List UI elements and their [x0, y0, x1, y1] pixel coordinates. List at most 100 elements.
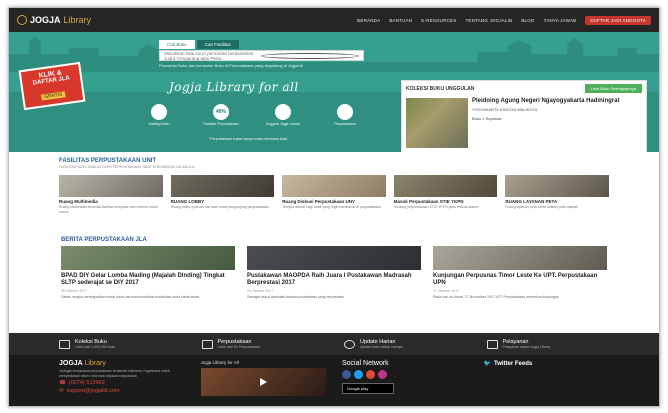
- stat-label: Katalog Buku: [148, 122, 170, 126]
- facility-name[interactable]: Ruang Diskusi Perpustakaan UNY: [282, 199, 386, 204]
- refresh-icon: [344, 339, 355, 349]
- footer-email[interactable]: ✉ support@jogjalib.com: [59, 388, 185, 394]
- see-all-books-button[interactable]: Lihat Buku Selengkapnya: [584, 84, 642, 93]
- facility-image[interactable]: [170, 175, 275, 197]
- search-hint: Pencarian Buku dari kumpulan Buku di Per…: [159, 63, 303, 68]
- facility-desc: Ruang lobby nyaman dan luas untuk pengun…: [170, 205, 269, 209]
- facility-card[interactable]: Ruang Diskusi Perpustakaan UNY Tempat di…: [282, 175, 386, 214]
- news-image[interactable]: [61, 246, 235, 270]
- facility-card[interactable]: Masuk Perpustakaan STIE YKPN Gedung perp…: [393, 175, 498, 214]
- facility-name[interactable]: Masuk Perpustakaan STIE YKPN: [394, 199, 498, 204]
- google-play-button[interactable]: Google play: [342, 383, 394, 394]
- building-icon: [337, 104, 353, 120]
- phone-number: (0274) 513969: [68, 380, 105, 386]
- instagram-icon[interactable]: [378, 370, 387, 379]
- news-list: BPAD DIY Gelar Lomba Mading (Majalah Din…: [61, 246, 607, 300]
- facility-card[interactable]: RUANG LOBBY Ruang lobby nyaman dan luas …: [170, 175, 275, 214]
- register-promo-badge[interactable]: KLIK & DAFTAR JLA GRATIS: [18, 61, 86, 111]
- logo-lib-text: Library: [63, 15, 92, 25]
- menu-item-eresources[interactable]: E-RESOURCES: [421, 18, 456, 23]
- stat-katalog: Katalog Buku: [139, 104, 179, 126]
- news-card[interactable]: BPAD DIY Gelar Lomba Mading (Majalah Din…: [61, 246, 235, 300]
- phone-icon: ☎: [59, 380, 66, 386]
- stat-label: Fasilitas Perpustakaan: [203, 122, 239, 126]
- facility-image[interactable]: [282, 175, 386, 197]
- feature-koleksi[interactable]: Koleksi Buku Lebih dari 1.000.000 buku: [59, 339, 182, 349]
- footer-phone[interactable]: ☎ (0274) 513969: [59, 380, 185, 386]
- googleplus-icon[interactable]: [366, 370, 375, 379]
- stat-fasilitas: 40% Fasilitas Perpustakaan: [201, 104, 241, 126]
- facilities-title: FASILITAS PERPUSTAKAAN UNIT: [59, 158, 157, 164]
- featured-book[interactable]: Pleidoing Agung Negeri Ngayogyakarta Had…: [402, 96, 646, 150]
- browser-frame: JOGJA Library BERANDA BANTUAN E-RESOURCE…: [8, 7, 660, 407]
- facility-desc: Tempat diskusi bagi anak yang ingin berd…: [282, 205, 382, 209]
- news-date: 26 Oktober 2017: [247, 289, 274, 293]
- mail-icon: ✉: [59, 388, 64, 394]
- feature-sub: Lebih dari 1.000.000 buku: [75, 345, 116, 349]
- feature-pelayanan[interactable]: Pelayanan Pelayanan dalam Jogja Library: [486, 339, 610, 349]
- tab-cari-fasilitas[interactable]: Cari Fasilitas: [196, 40, 239, 49]
- book-cover[interactable]: [406, 98, 468, 148]
- footer-about: JOGJA Library Jaringan kerjasama perpust…: [59, 360, 185, 403]
- chat-icon: [486, 339, 498, 349]
- news-headline[interactable]: Pustakawan MAOPDA Raih Juara I Pustakawa…: [247, 273, 421, 287]
- twitter-icon[interactable]: [354, 370, 363, 379]
- facility-card[interactable]: RUANG LAYANAN PETA Ruang layanan peta be…: [505, 175, 609, 214]
- facility-image[interactable]: [505, 175, 609, 197]
- facebook-icon[interactable]: [342, 370, 351, 379]
- menu-item-beranda[interactable]: BERANDA: [357, 18, 380, 23]
- book-title[interactable]: Pleidoing Agung Negeri Ngayogyakarta Had…: [472, 98, 619, 105]
- book-meta: Buku 1 Koperasi: [472, 116, 502, 121]
- site-logo[interactable]: JOGJA Library: [17, 15, 91, 25]
- menu-item-bantuan[interactable]: BANTUAN: [389, 18, 412, 23]
- menu-item-tanya-jawab[interactable]: TANYA JAWAB: [544, 18, 577, 23]
- search-icon[interactable]: [260, 52, 359, 59]
- facilities-subtitle: FASILITAS YANG DIMILIKI OLEH PERPUSTAKAA…: [59, 165, 195, 169]
- footer-video: Jogja Library for All: [200, 360, 326, 403]
- facilities-section: FASILITAS PERPUSTAKAAN UNIT FASILITAS YA…: [9, 152, 659, 237]
- news-image[interactable]: [433, 246, 607, 270]
- news-card[interactable]: Pustakawan MAOPDA Raih Juara I Pustakawa…: [247, 246, 421, 300]
- facility-card[interactable]: Ruang Multimedia Ruang Multimedia tersed…: [59, 175, 163, 214]
- featured-books-header: KOLEKSI BUKU UNGGULAN Lihat Buku Selengk…: [402, 81, 646, 96]
- news-card[interactable]: Kunjungan Perpusnas Timor Leste Ke UPT. …: [433, 246, 607, 300]
- facilities-list: Ruang Multimedia Ruang Multimedia tersed…: [59, 175, 609, 214]
- facility-image[interactable]: [393, 175, 498, 197]
- news-image[interactable]: [247, 246, 421, 270]
- stat-anggota: Anggota Jogja Library: [263, 104, 303, 126]
- twitter-feed-label: Twitter Feeds: [493, 360, 533, 367]
- news-headline[interactable]: Kunjungan Perpusnas Timor Leste Ke UPT. …: [433, 273, 607, 287]
- feature-strip: Koleksi Buku Lebih dari 1.000.000 buku P…: [9, 333, 659, 355]
- feature-perpustakaan[interactable]: Perpustakaan Lebih dari 50 Perpustakaan: [201, 339, 325, 349]
- footer-twitter: 🐦 Twitter Feeds: [484, 360, 610, 403]
- search-tabs: Cari Buku Cari Fasilitas: [159, 40, 539, 49]
- social-title: Social Network: [342, 360, 389, 367]
- tab-cari-buku[interactable]: Cari Buku: [159, 40, 195, 49]
- facility-name[interactable]: RUANG LOBBY: [171, 199, 275, 204]
- facility-name[interactable]: Ruang Multimedia: [59, 199, 163, 204]
- facility-name[interactable]: RUANG LAYANAN PETA: [505, 199, 609, 204]
- hero-section: Cari Buku Cari Fasilitas Masukkan kata k…: [9, 32, 659, 152]
- book-icon: [59, 339, 70, 349]
- menu-item-tentang[interactable]: TENTANG JOGJALIB: [465, 18, 512, 23]
- news-section: BERITA PERPUSTAKAAN JLA BPAD DIY Gelar L…: [9, 237, 659, 333]
- main-menu: BERANDA BANTUAN E-RESOURCES TENTANG JOGJ…: [357, 15, 651, 25]
- footer-logo[interactable]: JOGJA Library: [59, 360, 185, 367]
- register-button[interactable]: DAFTAR JADI ANGGOTA: [585, 15, 651, 25]
- news-excerpt: Sebagai wujud apresiasi kepada pustakawa…: [247, 295, 344, 299]
- stat-label: Anggota Jogja Library: [265, 122, 301, 126]
- feature-update[interactable]: Update Harian Update buku setiap harinya: [344, 339, 467, 349]
- hero-title: Jogja Library for all: [169, 80, 299, 94]
- video-player[interactable]: [200, 368, 326, 396]
- footer-logo-lib: Library: [84, 360, 106, 367]
- search-input[interactable]: Masukkan kata kunci pencarian berdasarka…: [159, 50, 364, 61]
- twitter-feed-title: 🐦 Twitter Feeds: [484, 360, 610, 368]
- feature-sub: Update buku setiap harinya: [360, 345, 403, 349]
- facility-desc: Ruang layanan peta berisi koleksi peta w…: [505, 205, 579, 209]
- menu-item-blog[interactable]: BLOG: [521, 18, 534, 23]
- footer-logo-main: JOGJA: [59, 360, 83, 367]
- users-icon: [275, 104, 291, 120]
- library-icon: [201, 339, 213, 349]
- facility-image[interactable]: [59, 175, 163, 197]
- news-headline[interactable]: BPAD DIY Gelar Lomba Mading (Majalah Din…: [61, 273, 235, 287]
